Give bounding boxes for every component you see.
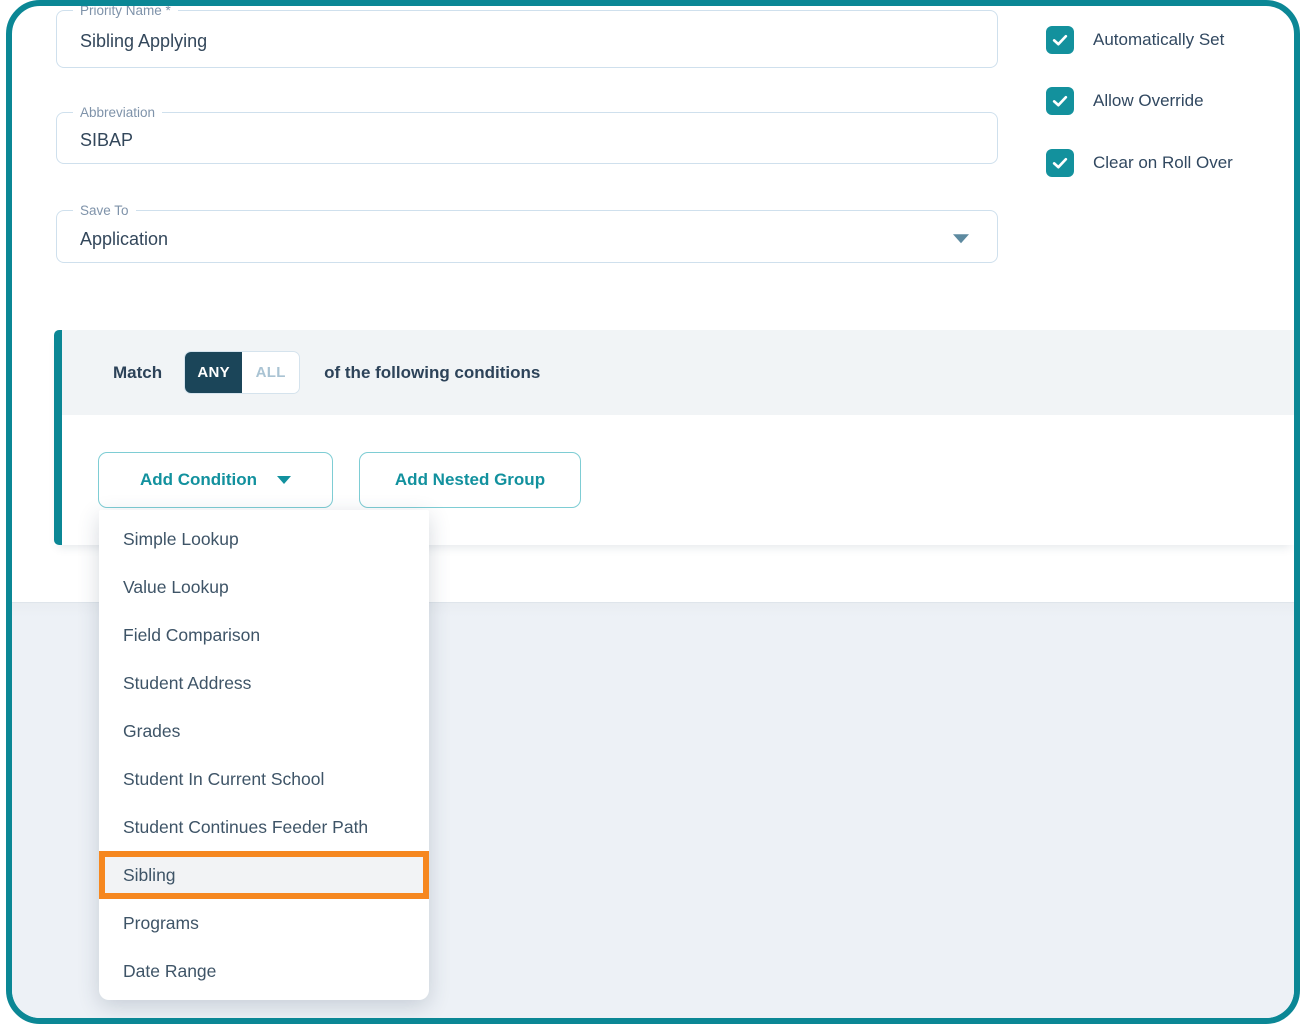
match-label: Match: [113, 363, 162, 383]
add-condition-label: Add Condition: [140, 470, 257, 490]
checkbox-row-automatically-set[interactable]: Automatically Set: [1046, 26, 1224, 54]
page-content: Priority Name * Sibling Applying Abbrevi…: [12, 6, 1294, 1018]
checkmark-icon: [1050, 30, 1070, 50]
caret-down-icon: [277, 476, 291, 484]
menu-item-grades[interactable]: Grades: [99, 707, 429, 755]
priority-name-value: Sibling Applying: [80, 31, 207, 52]
menu-item-sibling[interactable]: Sibling: [99, 851, 429, 899]
menu-item-student-continues-feeder-path[interactable]: Student Continues Feeder Path: [99, 803, 429, 851]
add-nested-group-button[interactable]: Add Nested Group: [359, 452, 581, 508]
checkbox-label: Clear on Roll Over: [1093, 153, 1233, 173]
menu-item-date-range[interactable]: Date Range: [99, 947, 429, 995]
menu-item-field-comparison[interactable]: Field Comparison: [99, 611, 429, 659]
menu-item-student-in-current-school[interactable]: Student In Current School: [99, 755, 429, 803]
menu-item-student-address[interactable]: Student Address: [99, 659, 429, 707]
checkbox-row-clear-on-roll-over[interactable]: Clear on Roll Over: [1046, 149, 1233, 177]
add-nested-group-label: Add Nested Group: [395, 470, 545, 490]
checkbox-automatically-set[interactable]: [1046, 26, 1074, 54]
toggle-any[interactable]: ANY: [185, 352, 242, 393]
checkbox-row-allow-override[interactable]: Allow Override: [1046, 87, 1204, 115]
save-to-label: Save To: [73, 201, 136, 220]
menu-item-value-lookup[interactable]: Value Lookup: [99, 563, 429, 611]
group-accent-bar: [54, 330, 62, 545]
checkmark-icon: [1050, 91, 1070, 111]
checkbox-label: Allow Override: [1093, 91, 1204, 111]
condition-type-menu: Simple Lookup Value Lookup Field Compari…: [99, 510, 429, 1000]
toggle-all[interactable]: ALL: [242, 352, 299, 393]
abbreviation-value: SIBAP: [80, 130, 133, 151]
page-frame: Priority Name * Sibling Applying Abbrevi…: [6, 0, 1300, 1024]
conditions-suffix: of the following conditions: [324, 363, 540, 383]
match-toggle: ANY ALL: [184, 351, 300, 394]
save-to-select[interactable]: Save To Application: [56, 210, 998, 263]
abbreviation-field[interactable]: Abbreviation SIBAP: [56, 112, 998, 164]
caret-down-icon: [953, 234, 969, 243]
checkmark-icon: [1050, 153, 1070, 173]
priority-name-label: Priority Name *: [73, 1, 178, 20]
priority-name-field[interactable]: Priority Name * Sibling Applying: [56, 10, 998, 68]
checkbox-clear-on-roll-over[interactable]: [1046, 149, 1074, 177]
save-to-value: Application: [80, 229, 168, 250]
abbreviation-label: Abbreviation: [73, 103, 162, 122]
checkbox-label: Automatically Set: [1093, 30, 1224, 50]
checkbox-allow-override[interactable]: [1046, 87, 1074, 115]
add-condition-button[interactable]: Add Condition: [98, 452, 333, 508]
conditions-group-header: Match ANY ALL of the following condition…: [62, 330, 1294, 415]
menu-item-programs[interactable]: Programs: [99, 899, 429, 947]
menu-item-simple-lookup[interactable]: Simple Lookup: [99, 515, 429, 563]
